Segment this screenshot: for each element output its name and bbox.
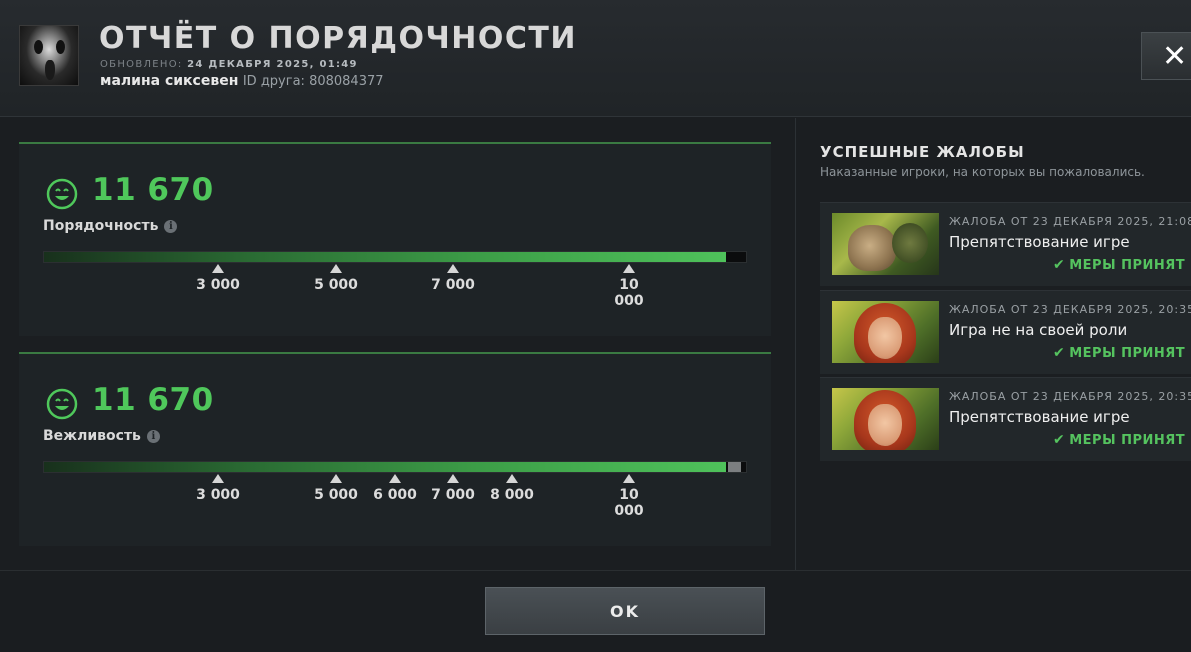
triangle-up-icon [623, 264, 635, 273]
tick-marker: 5 000 [306, 264, 366, 293]
report-reason: Игра не на своей роли [949, 321, 1128, 339]
tick-marker: 8 000 [482, 474, 542, 503]
conduct-progress-fill [44, 252, 727, 262]
avatar-eye-left [34, 40, 43, 54]
tick-marker: 6 000 [365, 474, 425, 503]
updated-value: 24 ДЕКАБРЯ 2025, 01:49 [187, 59, 358, 70]
tick-label: 8 000 [490, 487, 534, 503]
reports-subtitle: Наказанные игроки, на которых вы пожалов… [820, 165, 1145, 179]
ok-button[interactable]: OK [485, 587, 765, 635]
report-status-text: МЕРЫ ПРИНЯТ [1069, 346, 1186, 361]
politeness-panel: 11 670 Вежливость i 3 000 5 000 6 000 7 0… [19, 352, 771, 546]
smiley-icon [46, 178, 78, 210]
check-icon: ✔ [1053, 432, 1066, 448]
conduct-score: 11 670 [92, 172, 214, 208]
tick-marker: 7 000 [423, 474, 483, 503]
hero-face [868, 317, 902, 359]
triangle-up-icon [212, 264, 224, 273]
column-divider [795, 118, 796, 570]
report-date: ЖАЛОБА ОТ 23 ДЕКАБРЯ 2025, 20:35 [949, 303, 1191, 316]
check-icon: ✔ [1053, 345, 1066, 361]
politeness-label-text: Вежливость [43, 428, 141, 444]
tick-label: 10 000 [614, 487, 644, 519]
triangle-up-icon [330, 264, 342, 273]
avatar[interactable] [19, 25, 79, 86]
politeness-progress-bar [43, 461, 747, 473]
updated-label: ОБНОВЛЕНО: [100, 59, 183, 70]
conduct-label: Порядочность i [43, 218, 178, 234]
triangle-up-icon [212, 474, 224, 483]
report-status-text: МЕРЫ ПРИНЯТ [1069, 258, 1186, 273]
report-header: ОТЧЁТ О ПОРЯДОЧНОСТИ ОБНОВЛЕНО: 24 ДЕКАБ… [0, 0, 1191, 117]
hero-head [848, 225, 896, 271]
report-status: ✔ МЕРЫ ПРИНЯТ [1053, 257, 1185, 273]
report-item[interactable]: ЖАЛОБА ОТ 23 ДЕКАБРЯ 2025, 20:35 Игра не… [820, 290, 1191, 374]
report-status: ✔ МЕРЫ ПРИНЯТ [1053, 432, 1185, 448]
smiley-icon [46, 388, 78, 420]
info-icon[interactable]: i [164, 220, 178, 233]
report-status-text: МЕРЫ ПРИНЯТ [1069, 433, 1186, 448]
tick-marker: 10 000 [599, 264, 659, 309]
tick-label: 6 000 [373, 487, 417, 503]
report-status: ✔ МЕРЫ ПРИНЯТ [1053, 345, 1185, 361]
conduct-label-text: Порядочность [43, 218, 159, 234]
updated-timestamp: ОБНОВЛЕНО: 24 ДЕКАБРЯ 2025, 01:49 [100, 59, 358, 70]
tick-label: 3 000 [196, 487, 240, 503]
report-item[interactable]: ЖАЛОБА ОТ 23 ДЕКАБРЯ 2025, 20:35 Препятс… [820, 377, 1191, 461]
username: малина сиксевен [100, 73, 239, 89]
friend-id: ID друга: 808084377 [242, 74, 384, 89]
reports-title: УСПЕШНЫЕ ЖАЛОБЫ [820, 143, 1025, 161]
close-icon: ✕ [1162, 38, 1188, 74]
tick-marker: 7 000 [423, 264, 483, 293]
tick-label: 7 000 [431, 487, 475, 503]
tick-label: 3 000 [196, 277, 240, 293]
conduct-progress-bar [43, 251, 747, 263]
check-icon: ✔ [1053, 257, 1066, 273]
tick-marker: 5 000 [306, 474, 366, 503]
tick-marker: 3 000 [188, 264, 248, 293]
pudge-portrait [832, 213, 939, 275]
info-icon[interactable]: i [146, 430, 160, 443]
report-reason: Препятствование игре [949, 233, 1130, 251]
politeness-bar-remainder [728, 462, 741, 472]
user-line: малина сиксевен ID друга: 808084377 [100, 73, 384, 89]
report-date: ЖАЛОБА ОТ 23 ДЕКАБРЯ 2025, 20:35 [949, 390, 1191, 403]
report-reason: Препятствование игре [949, 408, 1130, 426]
windranger-portrait [832, 388, 939, 450]
windranger-portrait [832, 301, 939, 363]
tick-marker: 3 000 [188, 474, 248, 503]
triangle-up-icon [389, 474, 401, 483]
hero-face [868, 404, 902, 446]
tick-label: 7 000 [431, 277, 475, 293]
politeness-label: Вежливость i [43, 428, 160, 444]
tick-marker: 10 000 [599, 474, 659, 519]
triangle-up-icon [447, 264, 459, 273]
tick-label: 5 000 [314, 277, 358, 293]
conduct-panel: 11 670 Порядочность i 3 000 5 000 7 000 1… [19, 142, 771, 336]
triangle-up-icon [330, 474, 342, 483]
page-title: ОТЧЁТ О ПОРЯДОЧНОСТИ [99, 21, 577, 56]
report-date: ЖАЛОБА ОТ 23 ДЕКАБРЯ 2025, 21:08 [949, 215, 1191, 228]
close-button[interactable]: ✕ [1141, 32, 1191, 80]
tick-label: 5 000 [314, 487, 358, 503]
avatar-mouth [45, 60, 55, 80]
triangle-up-icon [506, 474, 518, 483]
politeness-score: 11 670 [92, 382, 214, 418]
avatar-eye-right [56, 40, 65, 54]
report-item[interactable]: ЖАЛОБА ОТ 23 ДЕКАБРЯ 2025, 21:08 Препятс… [820, 202, 1191, 286]
tick-label: 10 000 [614, 277, 644, 309]
hero-hand [892, 223, 928, 263]
triangle-up-icon [447, 474, 459, 483]
triangle-up-icon [623, 474, 635, 483]
politeness-progress-fill [44, 462, 727, 472]
